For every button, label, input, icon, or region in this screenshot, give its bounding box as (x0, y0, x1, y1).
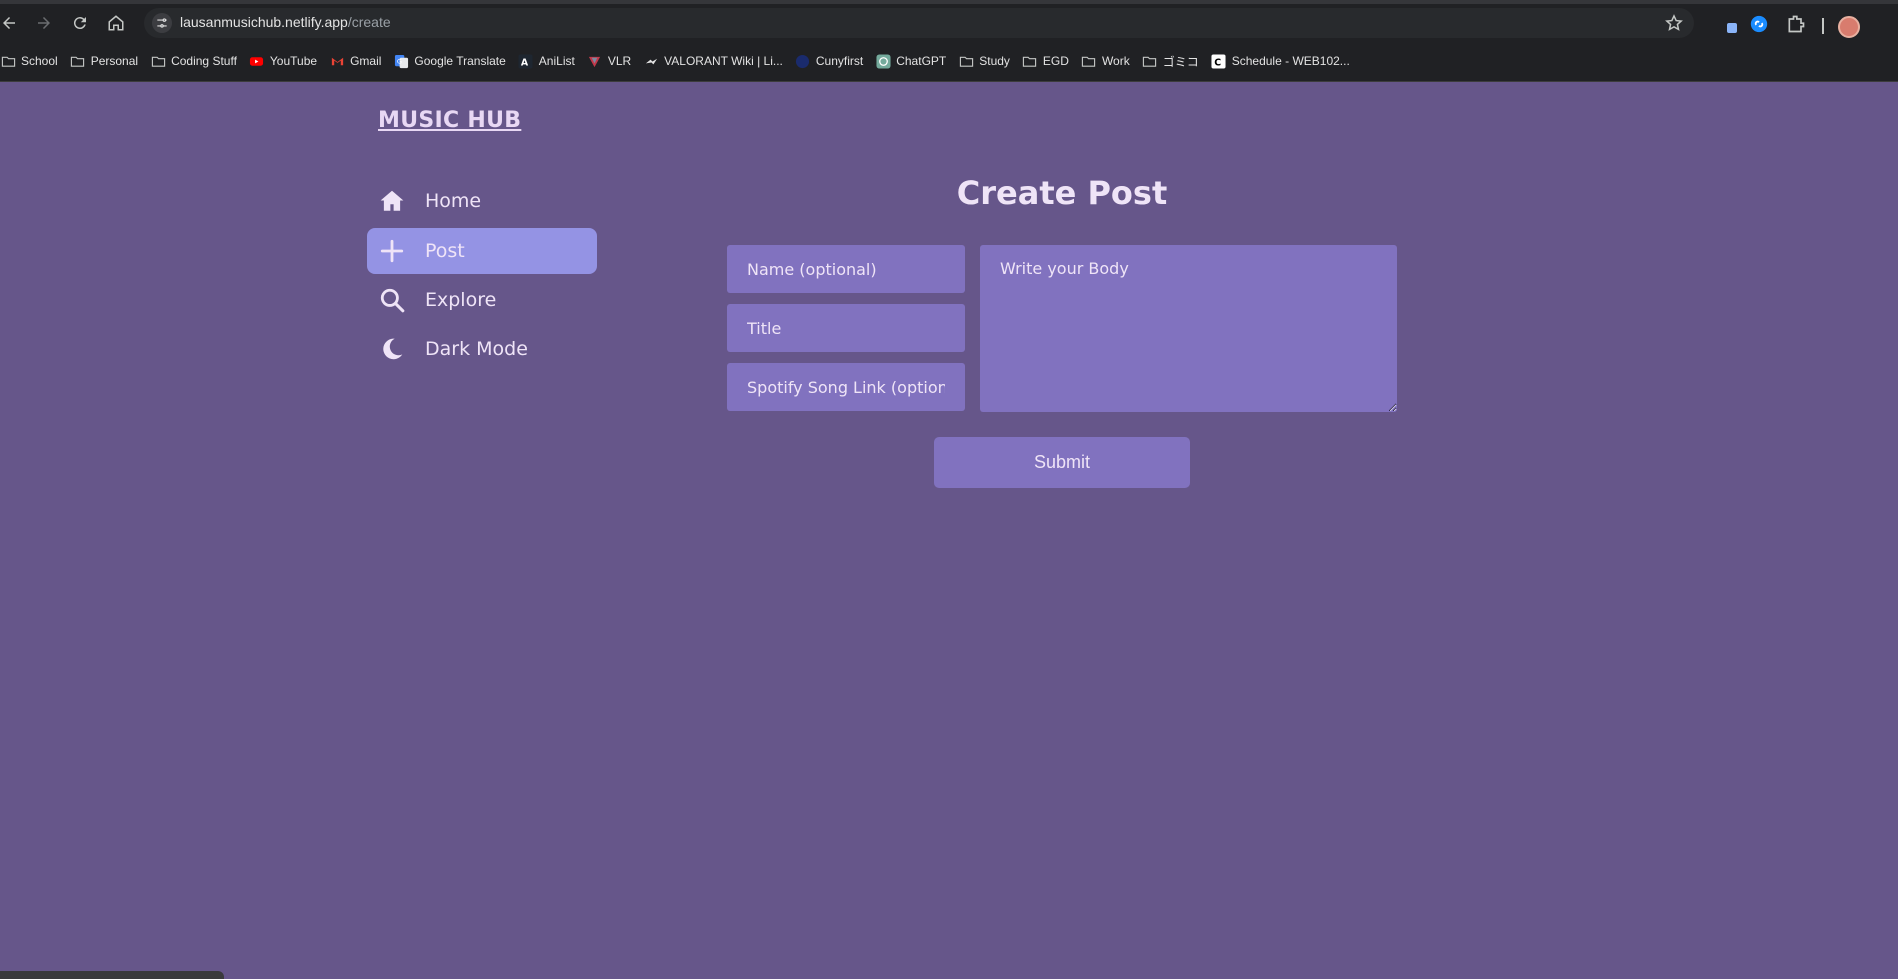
nav-item-label: Dark Mode (425, 338, 528, 360)
status-bubble (0, 971, 224, 979)
svg-text:G: G (397, 57, 402, 65)
bookmark-label: VLR (607, 54, 632, 68)
submit-button[interactable]: Submit (934, 437, 1190, 488)
folder-icon (0, 53, 16, 69)
nav-item-dark-mode[interactable]: Dark Mode (367, 326, 597, 372)
browser-toolbar: lausanmusichub.netlify.app/create (0, 4, 1898, 42)
bookmark-coding-stuff[interactable]: Coding Stuff (144, 49, 243, 73)
profile-avatar[interactable] (1838, 16, 1860, 38)
youtube-icon (249, 53, 265, 69)
gmail-icon (329, 53, 345, 69)
bookmark-star-icon[interactable] (1664, 13, 1684, 33)
bookmark-label: AniList (538, 54, 575, 68)
home-browser-icon[interactable] (98, 4, 134, 42)
svg-text:A: A (521, 57, 529, 68)
url-path: /create (347, 14, 391, 30)
bookmark-label: Coding Stuff (171, 54, 237, 68)
shazam-extension-icon[interactable] (1748, 13, 1770, 35)
google-translate-icon: G (393, 53, 409, 69)
bookmark-schedule[interactable]: C Schedule - WEB102... (1205, 49, 1356, 73)
back-icon[interactable] (0, 4, 27, 42)
address-bar[interactable]: lausanmusichub.netlify.app/create (144, 8, 1694, 38)
nav-item-label: Post (425, 240, 465, 262)
bookmark-work[interactable]: Work (1075, 49, 1136, 73)
bookmark-label: YouTube (269, 54, 318, 68)
nav-item-home[interactable]: Home (367, 178, 597, 224)
reload-icon[interactable] (62, 4, 98, 42)
home-icon (379, 188, 405, 214)
bookmark-youtube[interactable]: YouTube (243, 49, 323, 73)
nav-item-explore[interactable]: Explore (367, 277, 597, 323)
extensions-puzzle-icon[interactable] (1785, 13, 1807, 35)
schedule-icon: C (1211, 53, 1227, 69)
cunyfirst-icon (795, 53, 811, 69)
bookmark-gmail[interactable]: Gmail (323, 49, 387, 73)
url-host: lausanmusichub.netlify.app (180, 14, 348, 30)
bookmark-chatgpt[interactable]: ChatGPT (869, 49, 952, 73)
bookmark-label: Study (979, 54, 1010, 68)
bookmark-label: Schedule - WEB102... (1231, 54, 1350, 68)
page-title: Create Post (956, 174, 1168, 212)
bookmark-label: EGD (1042, 54, 1069, 68)
bookmark-label: ChatGPT (896, 54, 947, 68)
body-textarea[interactable] (980, 245, 1397, 412)
bookmark-google-translate[interactable]: G Google Translate (387, 49, 511, 73)
name-input[interactable] (727, 245, 965, 293)
vlr-icon (587, 53, 603, 69)
bookmark-anilist[interactable]: A AniList (512, 49, 581, 73)
app-logo[interactable]: MUSIC HUB (378, 108, 521, 133)
chatgpt-icon (875, 53, 891, 69)
title-input[interactable] (727, 304, 965, 352)
anilist-icon: A (518, 53, 534, 69)
bookmark-label: Gmail (350, 54, 382, 68)
bookmark-egd[interactable]: EGD (1016, 49, 1075, 73)
folder-icon (1142, 53, 1158, 69)
chrome-divider (0, 81, 1898, 82)
bookmark-label: School (21, 54, 58, 68)
bookmark-valorant-wiki[interactable]: VALORANT Wiki | Li... (637, 49, 789, 73)
bookmark-label: Personal (90, 54, 139, 68)
extension-icon[interactable] (1719, 13, 1741, 35)
spotify-link-input[interactable] (727, 363, 965, 411)
toolbar-separator (1822, 18, 1824, 34)
folder-icon (1081, 53, 1097, 69)
bookmark-school[interactable]: School (0, 49, 64, 73)
folder-icon (958, 53, 974, 69)
plus-icon (379, 238, 405, 264)
folder-icon (150, 53, 166, 69)
bookmark-label: Work (1101, 54, 1130, 68)
moon-icon (379, 336, 405, 362)
forward-icon[interactable] (26, 4, 62, 42)
nav-item-label: Explore (425, 289, 497, 311)
bookmark-personal[interactable]: Personal (64, 49, 144, 73)
nav-item-post[interactable]: Post (367, 228, 597, 274)
bookmark-label: Google Translate (414, 54, 506, 68)
folder-icon (1022, 53, 1038, 69)
bookmark-cunyfirst[interactable]: Cunyfirst (789, 49, 869, 73)
bookmark-label: VALORANT Wiki | Li... (664, 54, 783, 68)
bookmark-label: ゴミコ (1162, 54, 1199, 69)
bookmark-label: Cunyfirst (815, 54, 864, 68)
nav-item-label: Home (425, 190, 482, 212)
valorant-wiki-icon (643, 53, 659, 69)
browser-chrome: lausanmusichub.netlify.app/create School… (0, 0, 1898, 82)
bookmarks-bar: School Personal Coding Stuff YouTube Gma… (0, 47, 1898, 75)
search-icon (379, 287, 405, 313)
svg-text:C: C (1215, 57, 1222, 68)
url-text[interactable]: lausanmusichub.netlify.app/create (180, 14, 391, 30)
bookmark-vlr[interactable]: VLR (581, 49, 637, 73)
bookmark-gomiko[interactable]: ゴミコ (1136, 49, 1205, 73)
site-info-icon[interactable] (152, 13, 172, 33)
bookmark-study[interactable]: Study (952, 49, 1016, 73)
folder-icon (70, 53, 86, 69)
